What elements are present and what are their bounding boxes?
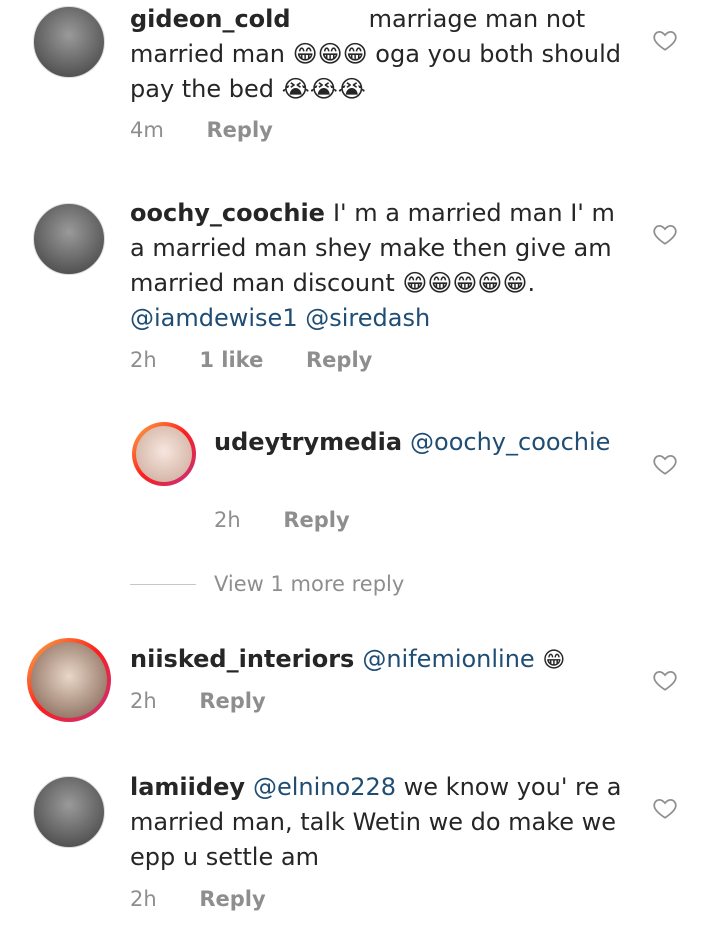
avatar[interactable] <box>27 638 111 722</box>
comment-meta: 2h Reply <box>130 887 302 911</box>
heart-icon[interactable] <box>651 221 679 247</box>
mention-link[interactable]: @oochy_coochie <box>410 428 610 456</box>
heart-icon[interactable] <box>651 667 679 693</box>
reply-button[interactable]: Reply <box>283 508 349 532</box>
view-more-label[interactable]: View 1 more reply <box>214 572 404 596</box>
comment-time: 2h <box>130 689 157 713</box>
comment-body: gideon_cold marriage man not married man … <box>130 2 630 107</box>
view-more-replies[interactable]: View 1 more reply <box>130 572 404 596</box>
comment-time: 2h <box>130 348 157 372</box>
comment-body: niisked_interiors @nifemionline 😁 <box>130 642 630 678</box>
avatar[interactable] <box>33 6 105 78</box>
comment-username[interactable]: oochy_coochie <box>130 199 325 227</box>
avatar[interactable] <box>33 203 105 275</box>
reply-button[interactable]: Reply <box>306 348 372 372</box>
comment-body: udeytrymedia @oochy_coochie <box>214 425 634 460</box>
heart-icon[interactable] <box>651 451 679 477</box>
divider <box>130 583 196 585</box>
mention-link[interactable]: @iamdewise1 <box>130 304 298 332</box>
comment-username[interactable]: lamiidey <box>130 773 245 801</box>
likes-count[interactable]: 1 like <box>199 348 263 372</box>
mention-link[interactable]: @nifemionline <box>362 645 534 673</box>
comment-time: 2h <box>130 887 157 911</box>
comment-body: lamiidey @elnino228 we know you' re a mar… <box>130 770 630 875</box>
reply-button[interactable]: Reply <box>199 887 265 911</box>
heart-icon[interactable] <box>651 795 679 821</box>
comment-time: 4m <box>130 118 164 142</box>
heart-icon[interactable] <box>651 27 679 53</box>
avatar[interactable] <box>132 422 196 486</box>
comment-body: oochy_coochie I' m a married man I' m a m… <box>130 196 630 336</box>
mention-link[interactable]: @elnino228 <box>253 773 396 801</box>
comment-username[interactable]: gideon_cold <box>130 5 291 33</box>
mention-link[interactable]: @siredash <box>305 304 430 332</box>
comment-username[interactable]: niisked_interiors <box>130 645 354 673</box>
comment-meta: 4m Reply <box>130 118 309 142</box>
comment-username[interactable]: udeytrymedia <box>214 428 402 456</box>
avatar[interactable] <box>33 776 105 848</box>
comment-meta: 2h Reply <box>130 689 302 713</box>
comment-meta: 2h Reply <box>214 508 386 532</box>
comment-time: 2h <box>214 508 241 532</box>
reply-button[interactable]: Reply <box>199 689 265 713</box>
emoji: 😁 <box>542 648 566 673</box>
reply-button[interactable]: Reply <box>207 118 273 142</box>
comment-meta: 2h 1 like Reply <box>130 348 408 372</box>
